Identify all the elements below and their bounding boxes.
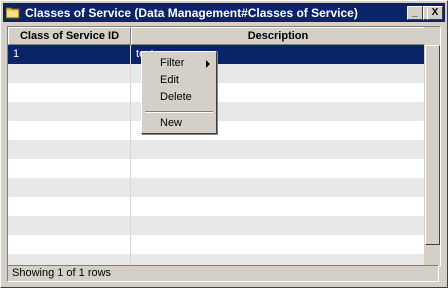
cell-description[interactable] bbox=[131, 178, 425, 197]
cell-id[interactable] bbox=[8, 159, 131, 178]
cell-description[interactable] bbox=[131, 140, 425, 159]
context-menu: Filter Edit Delete New bbox=[141, 51, 217, 134]
status-bar: Showing 1 of 1 rows bbox=[7, 265, 439, 282]
cell-id[interactable] bbox=[8, 178, 131, 197]
window: Classes of Service (Data Management#Clas… bbox=[0, 0, 448, 288]
table-row[interactable] bbox=[8, 159, 425, 178]
close-button[interactable]: X bbox=[427, 6, 443, 20]
submenu-arrow-icon bbox=[206, 60, 210, 68]
cell-id[interactable] bbox=[8, 64, 131, 83]
menu-item-delete[interactable]: Delete bbox=[142, 89, 216, 106]
status-text: Showing 1 of 1 rows bbox=[12, 267, 112, 279]
table-row[interactable] bbox=[8, 140, 425, 159]
minimize-button[interactable]: _ bbox=[407, 6, 423, 20]
cell-id[interactable] bbox=[8, 83, 131, 102]
menu-item-new[interactable]: New bbox=[142, 115, 216, 132]
cell-id[interactable]: 1 bbox=[8, 45, 131, 64]
cell-id[interactable] bbox=[8, 121, 131, 140]
table-row[interactable] bbox=[8, 235, 425, 254]
cell-description[interactable] bbox=[131, 159, 425, 178]
vertical-scrollbar[interactable] bbox=[424, 27, 440, 265]
menu-item-filter-label: Filter bbox=[160, 57, 185, 69]
table-row[interactable] bbox=[8, 178, 425, 197]
column-header-description[interactable]: Description bbox=[131, 27, 425, 45]
column-header-id[interactable]: Class of Service ID bbox=[8, 27, 131, 45]
menu-item-delete-label: Delete bbox=[160, 91, 192, 103]
cell-id[interactable] bbox=[8, 140, 131, 159]
data-grid[interactable]: Class of Service ID Description 1test bbox=[7, 26, 441, 266]
menu-separator bbox=[145, 111, 213, 113]
table-row[interactable] bbox=[8, 197, 425, 216]
title-bar[interactable]: Classes of Service (Data Management#Clas… bbox=[3, 3, 445, 22]
cell-id[interactable] bbox=[8, 197, 131, 216]
cell-id[interactable] bbox=[8, 235, 131, 254]
menu-item-new-label: New bbox=[160, 117, 183, 129]
menu-item-filter[interactable]: Filter bbox=[142, 55, 216, 72]
cell-description[interactable] bbox=[131, 235, 425, 254]
scrollbar-thumb[interactable] bbox=[425, 45, 440, 245]
menu-item-edit[interactable]: Edit bbox=[142, 72, 216, 89]
cell-description[interactable] bbox=[131, 197, 425, 216]
menu-item-edit-label: Edit bbox=[160, 74, 179, 86]
grid-header: Class of Service ID Description bbox=[8, 27, 425, 45]
close-icon: X bbox=[431, 7, 439, 18]
cell-id[interactable] bbox=[8, 216, 131, 235]
folder-icon bbox=[5, 6, 20, 19]
table-row[interactable] bbox=[8, 216, 425, 235]
cell-id[interactable] bbox=[8, 102, 131, 121]
window-title: Classes of Service (Data Management#Clas… bbox=[25, 6, 358, 20]
cell-description[interactable] bbox=[131, 216, 425, 235]
minimize-icon: _ bbox=[412, 7, 418, 18]
